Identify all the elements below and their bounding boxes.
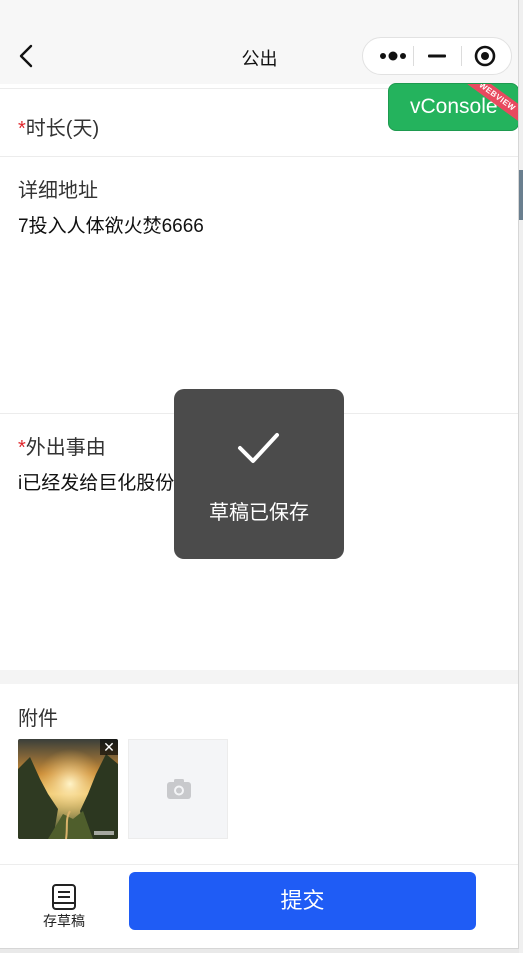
vconsole-button[interactable]: vConsole WEBVIEW [388, 83, 518, 131]
attachment-label: 附件 [18, 708, 58, 730]
duration-label: *时长(天) [18, 112, 99, 141]
camera-icon [167, 779, 191, 799]
bottom-action-bar: 存草稿 提交 [0, 864, 518, 948]
navigation-bar: 公出 [0, 0, 518, 84]
address-field[interactable]: 详细地址 7投入人体欲火焚6666 [0, 157, 518, 413]
address-value[interactable]: 7投入人体欲火焚6666 [18, 211, 204, 238]
target-icon[interactable] [463, 38, 507, 74]
duration-label-text: 时长(天) [25, 118, 100, 140]
mini-program-capsule [362, 37, 512, 75]
capsule-divider [461, 46, 462, 66]
check-icon [238, 433, 279, 463]
toast-message: 草稿已保存 [209, 502, 309, 524]
minimize-icon[interactable] [415, 38, 459, 74]
section-gap [0, 670, 518, 684]
scrollbar-thumb[interactable] [519, 170, 523, 220]
scrollbar-track[interactable] [519, 0, 523, 953]
reason-label: *外出事由 [18, 431, 106, 460]
vconsole-label: vConsole [410, 95, 498, 118]
close-icon[interactable]: ✕ [100, 739, 118, 755]
address-label: 详细地址 [18, 180, 98, 202]
required-mark: * [18, 118, 26, 140]
app-screen: 公出 *时长(天) 详细地址 7投入人体欲火焚6666 *外出事由 i已经发给巨… [0, 0, 519, 949]
draft-document-icon [52, 884, 76, 910]
reason-label-text: 外出事由 [25, 437, 106, 459]
save-draft-button[interactable]: 存草稿 [36, 883, 92, 931]
upload-image-button[interactable] [128, 739, 228, 839]
toast: 草稿已保存 [174, 389, 344, 559]
reason-value[interactable]: i已经发给巨化股份 [18, 468, 174, 495]
submit-button[interactable]: 提交 [129, 872, 476, 930]
attachment-thumbnail[interactable]: ✕ [18, 739, 118, 839]
more-dots-icon[interactable] [369, 38, 417, 74]
required-mark: * [18, 437, 26, 459]
save-draft-label: 存草稿 [43, 913, 85, 929]
capsule-divider [413, 46, 414, 66]
